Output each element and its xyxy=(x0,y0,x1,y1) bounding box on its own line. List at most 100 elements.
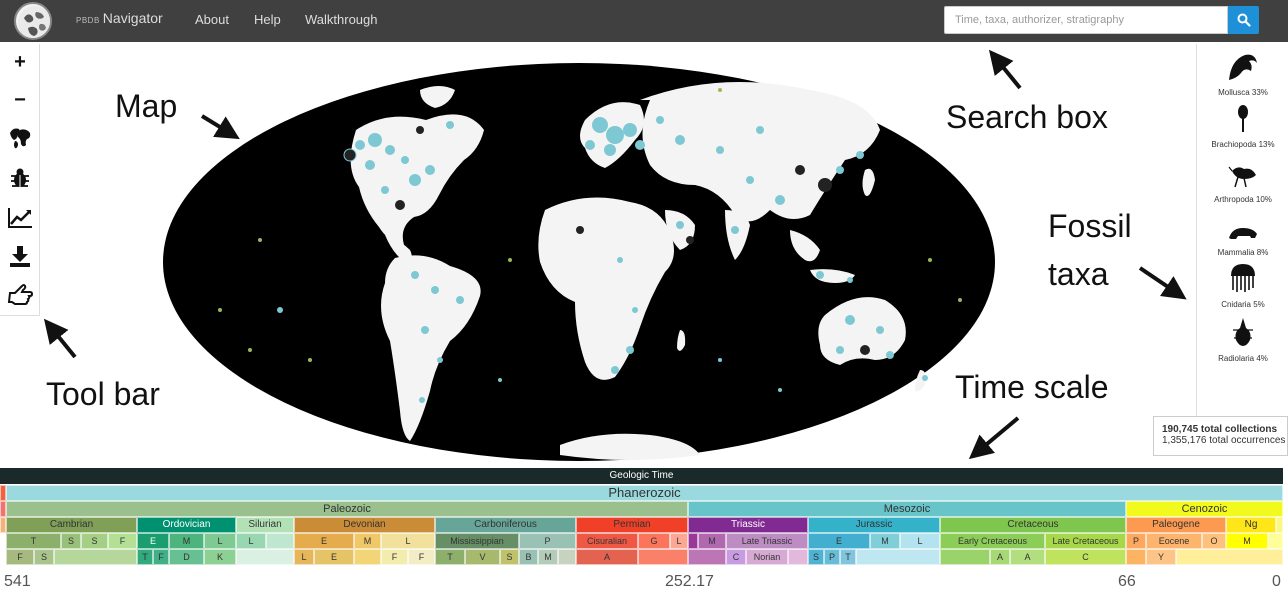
age-artinskian[interactable]: A xyxy=(576,549,638,565)
age-jurassic-rest[interactable] xyxy=(856,549,940,565)
age-ypresian[interactable]: Y xyxy=(1146,549,1176,565)
epoch-terreneuvian[interactable]: T xyxy=(6,533,61,549)
epoch-guadalupian[interactable]: G xyxy=(638,533,670,549)
age-middle-devonian-ages[interactable] xyxy=(354,549,381,565)
taxon-radiolaria[interactable]: Radiolaria 4% xyxy=(1197,316,1288,363)
taxon-mollusca[interactable]: Mollusca 33% xyxy=(1197,52,1288,97)
taxa-filter-button[interactable] xyxy=(6,164,34,192)
period-permian[interactable]: Permian xyxy=(576,517,688,533)
age-rhaetian[interactable] xyxy=(788,549,808,565)
taxon-arthropoda[interactable]: Arthropoda 10% xyxy=(1197,159,1288,204)
epoch-oligocene[interactable]: O xyxy=(1202,533,1226,549)
age-carnian[interactable]: C xyxy=(726,549,746,565)
age-fortunian[interactable]: F xyxy=(6,549,34,565)
age-darriwilian[interactable]: D xyxy=(169,549,204,565)
epoch-furongian[interactable]: F xyxy=(108,533,137,549)
epoch-middle-devonian[interactable]: M xyxy=(354,533,381,549)
pbdb-logo[interactable] xyxy=(14,2,52,40)
taxon-mammalia[interactable]: Mammalia 8% xyxy=(1197,224,1288,257)
age-tournaisian[interactable]: T xyxy=(435,549,465,565)
nav-link-help[interactable]: Help xyxy=(254,12,281,27)
continents-button[interactable] xyxy=(6,124,34,152)
epoch-late-cretaceous[interactable]: Late Cretaceous xyxy=(1045,533,1126,549)
epoch-eocene[interactable]: Eocene xyxy=(1146,533,1202,549)
period-cretaceous[interactable]: Cretaceous xyxy=(940,517,1126,533)
epoch-cisuralian[interactable]: Cisuralian xyxy=(576,533,638,549)
age-cambrian-rest[interactable] xyxy=(54,549,137,565)
download-button[interactable] xyxy=(6,242,34,270)
epoch-early-cretaceous[interactable]: Early Cretaceous xyxy=(940,533,1045,549)
taxon-cnidaria[interactable]: Cnidaria 5% xyxy=(1197,262,1288,309)
pointer-button[interactable] xyxy=(6,280,34,308)
epoch-mississippian[interactable]: Mississippian xyxy=(435,533,519,549)
age-norian[interactable]: Norian xyxy=(746,549,788,565)
epoch-miocene[interactable]: M xyxy=(1226,533,1268,549)
epoch-series2[interactable]: S xyxy=(61,533,81,549)
age-emsian[interactable]: E xyxy=(314,549,354,565)
epoch-early-triassic[interactable] xyxy=(688,533,698,549)
age-pliensbachian[interactable]: P xyxy=(824,549,840,565)
epoch-late-ordovician[interactable]: L xyxy=(204,533,236,549)
search-button[interactable] xyxy=(1228,6,1259,34)
nav-link-about[interactable]: About xyxy=(195,12,229,27)
epoch-late-triassic[interactable]: Late Triassic xyxy=(726,533,808,549)
age-stage2[interactable]: S xyxy=(34,549,54,565)
age-floian[interactable]: F xyxy=(153,549,169,565)
period-quaternary[interactable] xyxy=(1276,517,1283,533)
age-late-penn[interactable] xyxy=(558,549,576,565)
age-aptian[interactable]: A xyxy=(990,549,1010,565)
era-cenozoic[interactable]: Cenozoic xyxy=(1126,501,1283,517)
age-katian[interactable]: K xyxy=(204,549,236,565)
age-famennian[interactable]: F xyxy=(408,549,435,565)
epoch-early-devonian[interactable]: E xyxy=(294,533,354,549)
zoom-out-button[interactable]: − xyxy=(6,86,34,114)
epoch-middle-triassic[interactable]: M xyxy=(698,533,726,549)
age-toarcian[interactable]: T xyxy=(840,549,856,565)
age-albian[interactable]: A xyxy=(1010,549,1045,565)
search-input[interactable] xyxy=(944,6,1228,34)
period-jurassic[interactable]: Jurassic xyxy=(808,517,940,533)
brand[interactable]: PBDB Navigator xyxy=(76,10,163,26)
period-carboniferous[interactable]: Carboniferous xyxy=(435,517,576,533)
period-cambrian[interactable]: Cambrian xyxy=(6,517,137,533)
eon-phanerozoic[interactable]: Phanerozoic xyxy=(6,485,1283,501)
world-map[interactable] xyxy=(160,60,998,464)
age-late-permian-ages[interactable] xyxy=(638,549,688,565)
age-visean[interactable]: V xyxy=(465,549,500,565)
trend-chart-button[interactable] xyxy=(6,204,34,232)
age-campanian[interactable]: C xyxy=(1045,549,1126,565)
age-early-cretaceous-ages-1[interactable] xyxy=(940,549,990,565)
period-neogene[interactable]: Ng xyxy=(1226,517,1276,533)
epoch-pennsylvanian[interactable]: P xyxy=(519,533,576,549)
period-triassic[interactable]: Triassic xyxy=(688,517,808,533)
epoch-late-devonian[interactable]: L xyxy=(381,533,435,549)
epoch-late-jurassic[interactable]: L xyxy=(900,533,940,549)
epoch-middle-ordovician[interactable]: M xyxy=(169,533,204,549)
era-paleozoic[interactable]: Paleozoic xyxy=(6,501,688,517)
period-devonian[interactable]: Devonian xyxy=(294,517,435,533)
age-serpukhovian[interactable]: S xyxy=(500,549,519,565)
epoch-late-silurian[interactable] xyxy=(266,533,294,549)
age-silurian-rest[interactable] xyxy=(236,549,294,565)
nav-link-walkthrough[interactable]: Walkthrough xyxy=(305,12,378,27)
age-sinemurian[interactable]: S xyxy=(808,549,824,565)
epoch-llandovery[interactable]: L xyxy=(236,533,266,549)
age-bashkirian[interactable]: B xyxy=(519,549,538,565)
age-moscovian[interactable]: M xyxy=(538,549,558,565)
zoom-in-button[interactable]: + xyxy=(6,48,34,76)
period-paleogene[interactable]: Paleogene xyxy=(1126,517,1226,533)
epoch-paleocene[interactable]: P xyxy=(1126,533,1146,549)
age-tremadocian[interactable]: T xyxy=(137,549,153,565)
age-cenozoic-rest[interactable] xyxy=(1176,549,1283,565)
age-early-mid-triassic[interactable] xyxy=(688,549,726,565)
age-lochkovian[interactable]: L xyxy=(294,549,314,565)
epoch-series3[interactable]: S xyxy=(81,533,108,549)
period-silurian[interactable]: Silurian xyxy=(236,517,294,533)
age-frasnian[interactable]: F xyxy=(381,549,408,565)
epoch-lopingian[interactable]: L xyxy=(670,533,688,549)
epoch-pliocene[interactable] xyxy=(1268,533,1283,549)
epoch-early-jurassic[interactable]: E xyxy=(808,533,870,549)
epoch-middle-jurassic[interactable]: M xyxy=(870,533,900,549)
taxon-brachiopoda[interactable]: Brachiopoda 13% xyxy=(1197,104,1288,149)
period-ordovician[interactable]: Ordovician xyxy=(137,517,236,533)
